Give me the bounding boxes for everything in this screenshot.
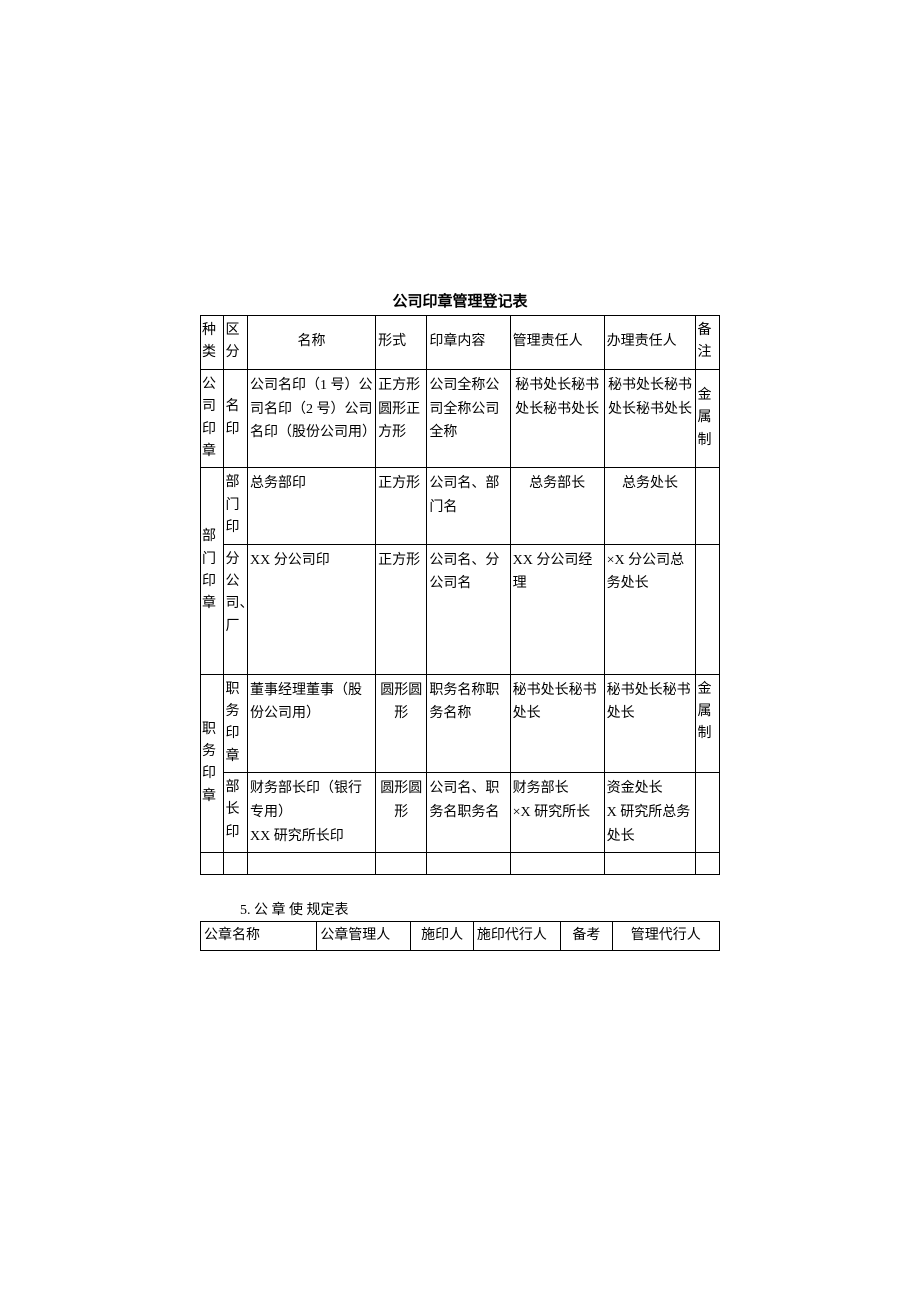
cell-content: 公司名、分公司名 — [427, 544, 510, 674]
cell-name: 董事经理董事（股份公司用） — [247, 674, 375, 773]
cell-content: 公司名、部门名 — [427, 468, 510, 544]
empty-cell — [696, 853, 720, 875]
cell-handler: 秘书处长秘书处长秘书处长 — [604, 369, 696, 468]
cell-division: 职务印章 — [224, 674, 247, 773]
cell-name: 公司名印（1 号）公司名印（2 号）公司名印（股份公司用） — [247, 369, 375, 468]
empty-cell — [427, 853, 510, 875]
cell-form: 正方形圆形正方形 — [376, 369, 427, 468]
empty-cell — [604, 853, 696, 875]
table-row: 分公司、厂 XX 分公司印 正方形 公司名、分公司名 XX 分公司经理 ×X 分… — [201, 544, 720, 674]
cell-form: 正方形 — [376, 468, 427, 544]
empty-cell — [376, 853, 427, 875]
cell-kind: 公司印章 — [201, 369, 224, 468]
header2-stamp-proxy: 施印代行人 — [473, 922, 560, 951]
header-handler: 办理责任人 — [604, 316, 696, 370]
cell-note — [696, 773, 720, 853]
cell-division: 分公司、厂 — [224, 544, 247, 674]
header-division: 区分 — [224, 316, 247, 370]
header-manager: 管理责任人 — [510, 316, 604, 370]
cell-form: 正方形 — [376, 544, 427, 674]
cell-note: 金属制 — [696, 369, 720, 468]
header-content: 印章内容 — [427, 316, 510, 370]
header-note: 备注 — [696, 316, 720, 370]
cell-manager: 秘书处长秘书处长 — [510, 674, 604, 773]
cell-form: 圆形圆形 — [376, 773, 427, 853]
section2-label: 5. 公 章 使 规定表 — [240, 899, 720, 919]
cell-note: 金属制 — [696, 674, 720, 773]
cell-note — [696, 468, 720, 544]
table-row: 部长印 财务部长印（银行专用） XX 研究所长印 圆形圆形 公司名、职务名职务名… — [201, 773, 720, 853]
cell-name: XX 分公司印 — [247, 544, 375, 674]
cell-form: 圆形圆形 — [376, 674, 427, 773]
cell-handler: 资金处长 X 研究所总务处长 — [604, 773, 696, 853]
cell-division: 部长印 — [224, 773, 247, 853]
header2-remark: 备考 — [561, 922, 612, 951]
table-row: 职务印章 职务印章 董事经理董事（股份公司用） 圆形圆形 职务名称职务名称 秘书… — [201, 674, 720, 773]
cell-handler: ×X 分公司总务处长 — [604, 544, 696, 674]
cell-name: 总务部印 — [247, 468, 375, 544]
empty-cell — [247, 853, 375, 875]
cell-kind: 职务印章 — [201, 674, 224, 853]
cell-content: 职务名称职务名称 — [427, 674, 510, 773]
empty-cell — [510, 853, 604, 875]
empty-cell — [201, 853, 224, 875]
cell-note — [696, 544, 720, 674]
header-form: 形式 — [376, 316, 427, 370]
cell-handler: 秘书处长秘书处长 — [604, 674, 696, 773]
table-row: 部门印章 部门印 总务部印 正方形 公司名、部门名 总务部长 总务处长 — [201, 468, 720, 544]
cell-manager: 秘书处长秘书处长秘书处长 — [510, 369, 604, 468]
header-name: 名称 — [247, 316, 375, 370]
header2-seal-name: 公章名称 — [201, 922, 317, 951]
table1-title: 公司印章管理登记表 — [200, 290, 720, 311]
cell-content: 公司全称公司全称公司全称 — [427, 369, 510, 468]
cell-kind: 部门印章 — [201, 468, 224, 674]
table-row: 公司印章 名印 公司名印（1 号）公司名印（2 号）公司名印（股份公司用） 正方… — [201, 369, 720, 468]
cell-manager: XX 分公司经理 — [510, 544, 604, 674]
header2-stamper: 施印人 — [411, 922, 474, 951]
header2-manager: 公章管理人 — [317, 922, 411, 951]
cell-manager: 总务部长 — [510, 468, 604, 544]
seal-usage-table: 公章名称 公章管理人 施印人 施印代行人 备考 管理代行人 — [200, 921, 720, 951]
cell-name: 财务部长印（银行专用） XX 研究所长印 — [247, 773, 375, 853]
cell-division: 部门印 — [224, 468, 247, 544]
header-kind: 种类 — [201, 316, 224, 370]
seal-management-table: 种类 区分 名称 形式 印章内容 管理责任人 办理责任人 备注 公司印章 名印 … — [200, 315, 720, 875]
empty-cell — [224, 853, 247, 875]
header2-mgmt-proxy: 管理代行人 — [612, 922, 719, 951]
cell-handler: 总务处长 — [604, 468, 696, 544]
table-row-empty — [201, 853, 720, 875]
cell-division: 名印 — [224, 369, 247, 468]
cell-content: 公司名、职务名职务名 — [427, 773, 510, 853]
table-header-row: 种类 区分 名称 形式 印章内容 管理责任人 办理责任人 备注 — [201, 316, 720, 370]
cell-manager: 财务部长 ×X 研究所长 — [510, 773, 604, 853]
table2-header-row: 公章名称 公章管理人 施印人 施印代行人 备考 管理代行人 — [201, 922, 720, 951]
